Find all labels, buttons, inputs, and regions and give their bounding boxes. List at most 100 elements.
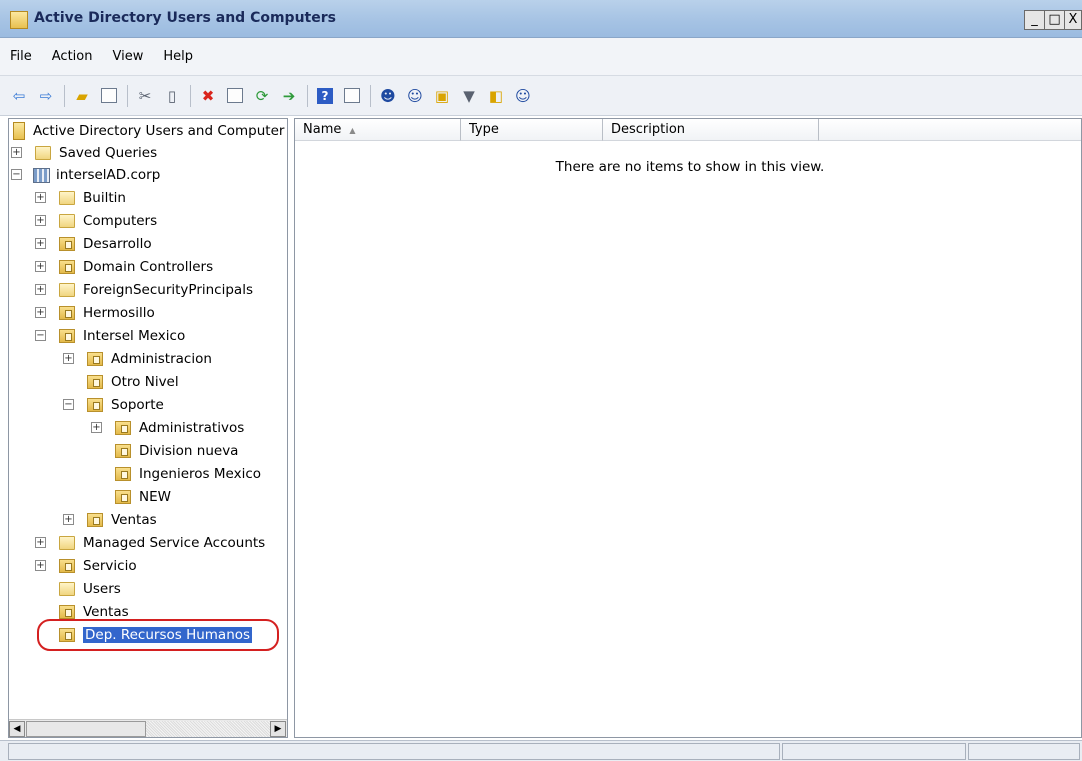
tree-label: Administracion: [111, 351, 212, 367]
expand-icon[interactable]: +: [35, 284, 46, 295]
delete-icon[interactable]: ✖: [197, 85, 219, 107]
new-ou-icon[interactable]: ▣: [431, 85, 453, 107]
menu-view[interactable]: View: [112, 49, 143, 64]
console-tree[interactable]: Active Directory Users and Computer + Sa…: [8, 118, 288, 738]
help-icon[interactable]: ?: [314, 85, 336, 107]
tree-label: Administrativos: [139, 420, 245, 436]
delegate-icon[interactable]: ☺: [512, 85, 534, 107]
ou-icon: [115, 490, 131, 504]
minimize-button[interactable]: _: [1024, 10, 1044, 30]
tree-item-managed-service-accounts[interactable]: + Managed Service Accounts: [35, 532, 266, 554]
tree-item-new[interactable]: NEW: [115, 486, 171, 508]
expand-icon[interactable]: +: [63, 514, 74, 525]
tree-item-ventas-sub[interactable]: + Ventas: [63, 509, 157, 531]
expand-icon[interactable]: +: [35, 537, 46, 548]
tree-item-domain-controllers[interactable]: + Domain Controllers: [35, 256, 213, 278]
tree-item-users[interactable]: Users: [59, 578, 121, 600]
collapse-icon[interactable]: −: [11, 169, 22, 180]
tree-item-computers[interactable]: + Computers: [35, 210, 158, 232]
tree-item-soporte[interactable]: − Soporte: [63, 394, 164, 416]
filter-icon[interactable]: ▼: [458, 85, 480, 107]
new-user-icon[interactable]: ☻: [377, 85, 399, 107]
menu-help[interactable]: Help: [163, 49, 193, 64]
tree-item-desarrollo[interactable]: + Desarrollo: [35, 233, 152, 255]
tree-item-intersel-mexico[interactable]: − Intersel Mexico: [35, 325, 185, 347]
tree-item-otro-nivel[interactable]: Otro Nivel: [87, 371, 179, 393]
column-header-name[interactable]: Name ▲: [295, 119, 461, 141]
forward-arrow-icon[interactable]: ⇨: [35, 85, 57, 107]
folder-icon: [59, 214, 75, 228]
console-tree-icon[interactable]: [341, 85, 363, 107]
column-header-description[interactable]: Description: [603, 119, 819, 141]
menu-bar: File Action View Help: [0, 38, 1082, 76]
properties-icon[interactable]: [224, 85, 246, 107]
expand-icon[interactable]: +: [35, 215, 46, 226]
tree-label: Ventas: [111, 512, 157, 528]
maximize-button[interactable]: □: [1044, 10, 1064, 30]
tree-item-hermosillo[interactable]: + Hermosillo: [35, 302, 155, 324]
clipboard-icon[interactable]: ▯: [161, 85, 183, 107]
menu-action[interactable]: Action: [52, 49, 93, 64]
console-root-icon: [13, 122, 25, 140]
expand-icon[interactable]: +: [91, 422, 102, 433]
folder-icon: [35, 146, 51, 160]
tree-label: ForeignSecurityPrincipals: [83, 282, 253, 298]
app-icon: [10, 11, 28, 29]
show-hide-tree-icon[interactable]: [98, 85, 120, 107]
ou-icon: [59, 260, 75, 274]
results-pane[interactable]: Name ▲ Type Description There are no item…: [294, 118, 1082, 738]
tree-item-builtin[interactable]: + Builtin: [35, 187, 126, 209]
ou-icon: [59, 306, 75, 320]
close-button[interactable]: X: [1064, 10, 1082, 30]
add-to-group-icon[interactable]: ◧: [485, 85, 507, 107]
scroll-right-icon[interactable]: ▶: [270, 721, 286, 737]
toolbar-separator: [307, 84, 308, 107]
column-header-type[interactable]: Type: [461, 119, 603, 141]
tree-item-administracion[interactable]: + Administracion: [63, 348, 212, 370]
tree-item-servicio[interactable]: + Servicio: [35, 555, 137, 577]
tree-item-saved-queries[interactable]: + Saved Queries: [11, 142, 158, 164]
menu-file[interactable]: File: [10, 49, 32, 64]
toolbar-separator: [370, 84, 371, 107]
scroll-left-icon[interactable]: ◀: [9, 721, 25, 737]
collapse-icon[interactable]: −: [35, 330, 46, 341]
column-header-filler: [819, 119, 1081, 141]
expand-icon[interactable]: +: [35, 238, 46, 249]
tree-label: Division nueva: [139, 443, 239, 459]
tree-item-division-nueva[interactable]: Division nueva: [115, 440, 238, 462]
column-label: Name: [303, 122, 342, 137]
tree-item-foreign-security-principals[interactable]: + ForeignSecurityPrincipals: [35, 279, 253, 301]
tree-root[interactable]: Active Directory Users and Computer: [13, 120, 284, 142]
back-arrow-icon[interactable]: ⇦: [8, 85, 30, 107]
tree-item-domain[interactable]: − interselAD.corp: [11, 164, 160, 186]
horizontal-scrollbar[interactable]: ◀ ▶: [9, 719, 287, 737]
tree-label: Soporte: [111, 397, 164, 413]
ou-icon: [87, 375, 103, 389]
expand-icon[interactable]: +: [35, 307, 46, 318]
expand-icon[interactable]: +: [63, 353, 74, 364]
new-group-icon[interactable]: ☺: [404, 85, 426, 107]
tree-label: Ingenieros Mexico: [139, 466, 262, 482]
tree-item-administrativos[interactable]: + Administrativos: [91, 417, 245, 439]
scrollbar-thumb[interactable]: [26, 721, 146, 737]
ou-icon: [59, 237, 75, 251]
window-title-bar[interactable]: Active Directory Users and Computers _ □…: [0, 0, 1082, 38]
ou-icon: [115, 444, 131, 458]
toolbar: ⇦ ⇨ ▰ ✂ ▯ ✖ ⟳ ➔ ? ☻ ☺ ▣ ▼ ◧ ☺: [0, 76, 1082, 116]
ou-icon: [87, 513, 103, 527]
collapse-icon[interactable]: −: [63, 399, 74, 410]
tree-item-ingenieros-mexico[interactable]: Ingenieros Mexico: [115, 463, 261, 485]
expand-icon[interactable]: +: [35, 261, 46, 272]
tree-label: Managed Service Accounts: [83, 535, 266, 551]
expand-icon[interactable]: +: [11, 147, 22, 158]
export-list-icon[interactable]: ➔: [278, 85, 300, 107]
tree-label: Computers: [83, 213, 158, 229]
tree-label: NEW: [139, 489, 171, 505]
tree-label: Saved Queries: [59, 145, 158, 161]
expand-icon[interactable]: +: [35, 192, 46, 203]
cut-icon[interactable]: ✂: [134, 85, 156, 107]
up-folder-icon[interactable]: ▰: [71, 85, 93, 107]
refresh-icon[interactable]: ⟳: [251, 85, 273, 107]
expand-icon[interactable]: +: [35, 560, 46, 571]
scrollbar-track[interactable]: [146, 721, 270, 737]
